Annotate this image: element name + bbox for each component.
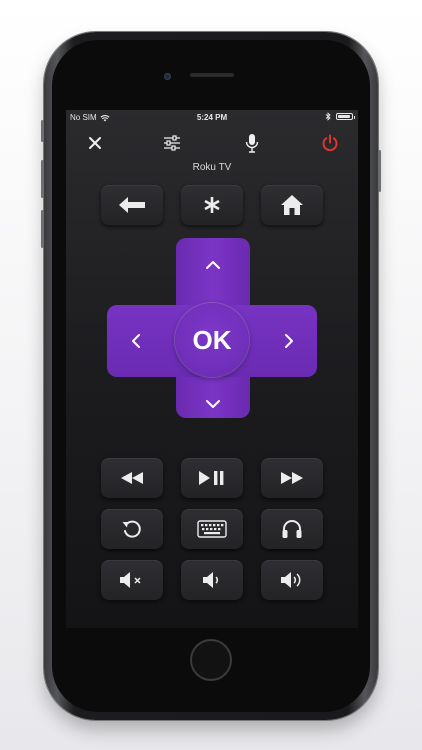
close-button[interactable] xyxy=(82,132,108,154)
device-name: Roku TV xyxy=(192,162,232,173)
sliders-icon xyxy=(164,135,180,151)
mute-switch xyxy=(41,120,44,142)
dpad-down-button[interactable] xyxy=(176,390,250,418)
headphones-icon xyxy=(282,520,302,538)
remote-screen: No SIM 5:24 PM Roku TV OK xyxy=(66,110,358,628)
dpad-up-button[interactable] xyxy=(176,240,250,290)
dpad-left-button[interactable] xyxy=(107,305,165,377)
rewind-icon xyxy=(121,472,143,484)
home-icon xyxy=(281,195,303,215)
mute-button[interactable] xyxy=(101,560,163,600)
voice-search-button[interactable] xyxy=(239,132,265,154)
volume-down-button[interactable] xyxy=(181,560,243,600)
replay-icon xyxy=(122,520,141,538)
back-icon xyxy=(119,197,145,213)
front-camera xyxy=(164,73,171,80)
ok-button[interactable]: OK xyxy=(175,303,249,377)
battery-icon xyxy=(336,113,355,120)
volume-down-side-button xyxy=(41,210,44,248)
fast-forward-button[interactable] xyxy=(261,458,323,498)
chevron-up-icon xyxy=(206,261,220,269)
keyboard-icon xyxy=(197,520,227,538)
power-side-button xyxy=(378,150,381,192)
instant-replay-button[interactable] xyxy=(101,509,163,549)
chevron-right-icon xyxy=(284,334,293,348)
play-pause-icon xyxy=(199,471,224,485)
status-time: 5:24 PM xyxy=(196,113,228,122)
power-button[interactable] xyxy=(317,132,343,154)
asterisk-icon xyxy=(204,197,220,213)
options-button[interactable] xyxy=(181,185,243,225)
volume-up-icon xyxy=(281,572,301,588)
power-icon xyxy=(322,134,338,152)
home-button[interactable] xyxy=(261,185,323,225)
bluetooth-icon xyxy=(325,112,331,121)
earpiece-speaker xyxy=(190,73,234,77)
microphone-icon xyxy=(245,134,259,153)
status-bar: No SIM 5:24 PM xyxy=(66,110,358,126)
chevron-down-icon xyxy=(206,400,220,408)
play-pause-button[interactable] xyxy=(181,458,243,498)
dpad-right-button[interactable] xyxy=(260,305,317,377)
mute-icon xyxy=(120,572,141,588)
keyboard-button[interactable] xyxy=(181,509,243,549)
chevron-left-icon xyxy=(132,334,140,348)
private-listening-button[interactable] xyxy=(261,509,323,549)
settings-button[interactable] xyxy=(159,132,185,154)
battery-level xyxy=(338,115,350,118)
home-hardware-button[interactable] xyxy=(190,639,232,681)
back-button[interactable] xyxy=(101,185,163,225)
volume-up-button[interactable] xyxy=(261,560,323,600)
volume-down-icon xyxy=(203,572,219,588)
fast-forward-icon xyxy=(281,472,303,484)
volume-up-side-button xyxy=(41,160,44,198)
close-icon xyxy=(89,137,101,149)
rewind-button[interactable] xyxy=(101,458,163,498)
